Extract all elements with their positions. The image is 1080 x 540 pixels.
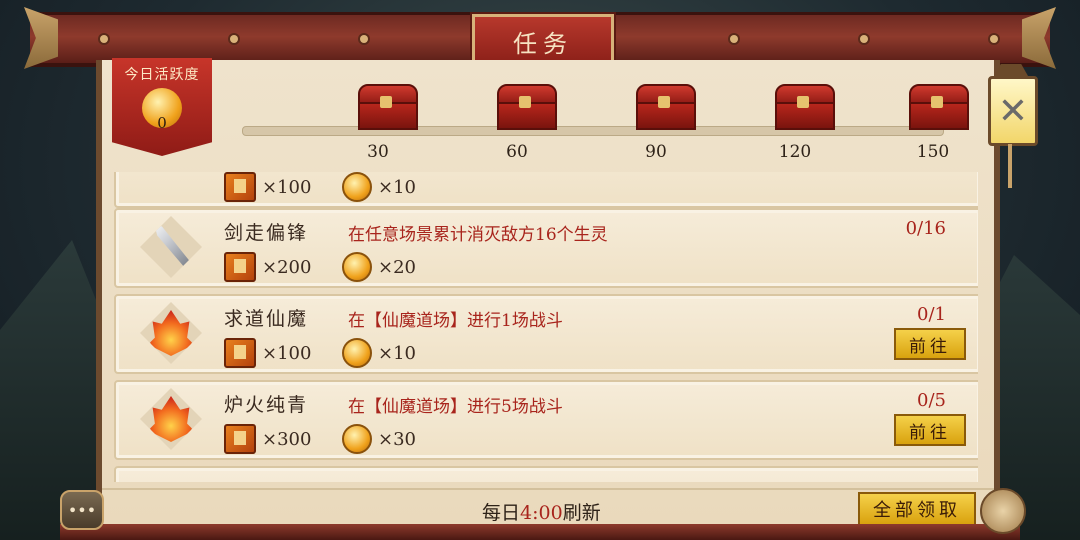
chest-lock-icon (658, 96, 670, 108)
reward-chest-90[interactable] (636, 84, 696, 130)
task-description: 在【仙魔道场】进行1场战斗 (348, 311, 563, 331)
reward-amount: ×10 (378, 176, 416, 198)
reward-amount: ×100 (262, 176, 312, 198)
reward-amount: ×10 (378, 342, 416, 364)
chest-lock-icon (931, 96, 943, 108)
reward-amount: ×200 (262, 256, 312, 278)
close-icon[interactable]: ✕ (988, 76, 1038, 146)
beam-stud (230, 35, 238, 43)
task-description: 在【仙魔道场】进行5场战斗 (348, 397, 563, 417)
bottom-beam (60, 524, 1020, 540)
reward-chest-30[interactable] (358, 84, 418, 130)
close-button[interactable]: ✕ (988, 64, 1038, 194)
task-progress: 0/1 (917, 304, 946, 325)
sword-icon (140, 216, 202, 278)
reward-amount: ×30 (378, 428, 416, 450)
activity-header: 今日活跃度 0 30 60 90 120 150 (102, 58, 994, 172)
milestone-label: 90 (645, 142, 667, 162)
chat-button[interactable]: ••• (60, 490, 104, 530)
activity-badge: 今日活跃度 0 (112, 58, 212, 156)
beam-stud (100, 35, 108, 43)
milestone-label: 30 (367, 142, 389, 162)
reward-coin: ×30 (342, 424, 416, 454)
coin-icon (342, 252, 372, 282)
coin-icon (342, 424, 372, 454)
reward-coin: ×10 (342, 338, 416, 368)
activity-value: 0 (157, 114, 167, 132)
reward-book: ×100 (224, 338, 311, 368)
task-progress: 0/16 (905, 218, 946, 239)
coin-icon (342, 172, 372, 202)
refresh-prefix: 每日 (482, 502, 521, 524)
milestone-label: 60 (506, 142, 528, 162)
beam-stud (360, 35, 368, 43)
task-name: 剑走偏锋 (224, 222, 309, 244)
task-row (114, 466, 978, 482)
activity-progress-bar (242, 126, 944, 136)
reward-amount: ×100 (262, 342, 312, 364)
refresh-time: 4:00 (520, 502, 563, 524)
food-icon[interactable] (980, 488, 1026, 534)
reward-amount: ×20 (378, 256, 416, 278)
reward-chest-60[interactable] (497, 84, 557, 130)
claim-all-button[interactable]: 全部领取 (858, 492, 976, 526)
book-icon (224, 172, 256, 202)
reward-chest-150[interactable] (909, 84, 969, 130)
task-progress: 0/5 (917, 390, 946, 411)
beam-stud (730, 35, 738, 43)
chest-lock-icon (519, 96, 531, 108)
task-description: 在任意场景累计消灭敌方16个生灵 (348, 225, 608, 245)
chest-lock-icon (380, 96, 392, 108)
book-icon (224, 424, 256, 454)
milestone-label: 120 (778, 142, 812, 162)
task-name: 炉火纯青 (224, 394, 309, 416)
reward-coin: ×20 (342, 252, 416, 282)
reward-book: ×200 (224, 252, 311, 282)
reward-amount: ×300 (262, 428, 312, 450)
book-icon (224, 338, 256, 368)
chest-lock-icon (797, 96, 809, 108)
beam-stud (860, 35, 868, 43)
task-row: 炉火纯青 在【仙魔道场】进行5场战斗 0/5 ×300 ×30 前往 (114, 380, 978, 460)
reward-coin: ×10 (342, 172, 416, 202)
lantern-cap (994, 64, 1028, 76)
task-row: ×100 ×10 (114, 172, 978, 208)
refresh-info: 每日4:00刷新 (482, 498, 601, 525)
task-list[interactable]: ×100 ×10 剑走偏锋 在任意场景累计消灭敌方16个生灵 0/16 ×200… (114, 172, 978, 482)
beam-stud (990, 35, 998, 43)
book-icon (224, 252, 256, 282)
task-panel: 今日活跃度 0 30 60 90 120 150 ×100 ×10 剑走偏锋 在… (96, 58, 1000, 528)
lantern-tassel (1008, 144, 1012, 188)
coin-icon (342, 338, 372, 368)
flame-icon (140, 388, 202, 450)
reward-book: ×300 (224, 424, 311, 454)
reward-book: ×100 (224, 172, 311, 202)
task-row: 求道仙魔 在【仙魔道场】进行1场战斗 0/1 ×100 ×10 前往 (114, 294, 978, 374)
task-name: 求道仙魔 (224, 308, 309, 330)
refresh-suffix: 刷新 (562, 502, 601, 524)
activity-label: 今日活跃度 (124, 67, 200, 83)
flame-icon (140, 302, 202, 364)
go-button[interactable]: 前往 (894, 328, 966, 360)
milestone-label: 150 (916, 142, 950, 162)
reward-chest-120[interactable] (775, 84, 835, 130)
go-button[interactable]: 前往 (894, 414, 966, 446)
task-row: 剑走偏锋 在任意场景累计消灭敌方16个生灵 0/16 ×200 ×20 (114, 208, 978, 288)
